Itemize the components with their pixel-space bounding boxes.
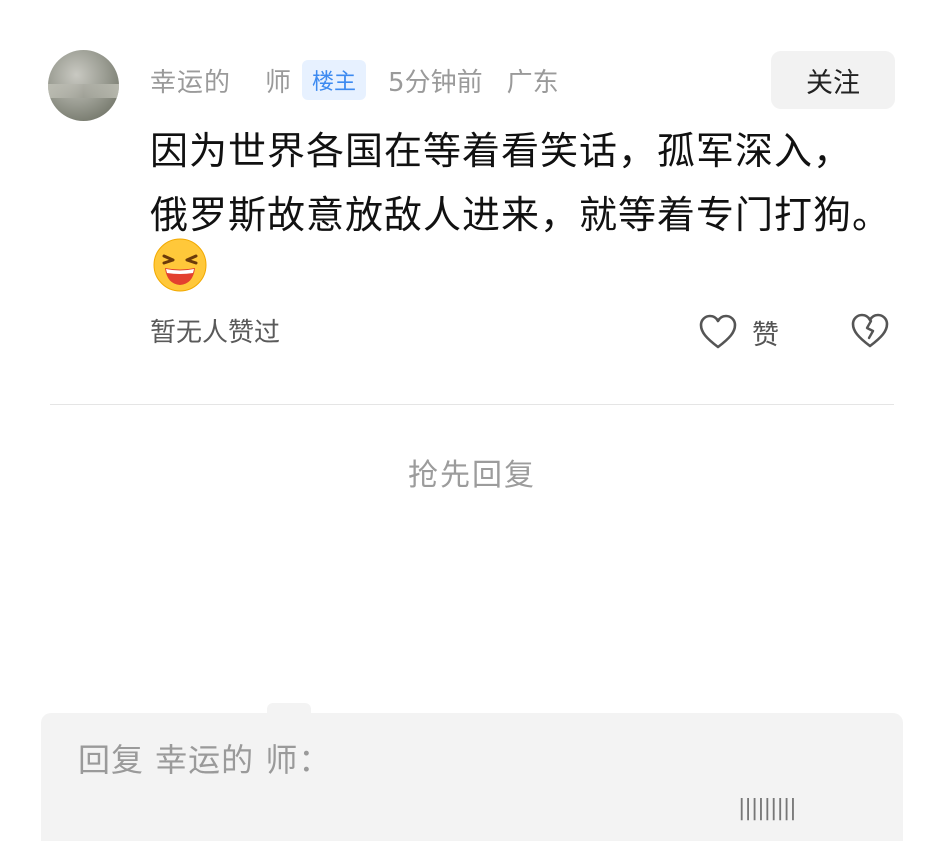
laughing-emoji-icon (153, 238, 207, 292)
comment-text-line-1: 因为世界各国在等着看笑话，孤军深入， (150, 129, 853, 173)
likes-status: 暂无人赞过 (150, 318, 281, 348)
watermark: ||||||||| (738, 796, 797, 821)
timestamp: 5分钟前 (388, 67, 483, 98)
follow-button[interactable]: 关注 (771, 51, 895, 109)
like-label: 赞 (752, 319, 779, 351)
heart-icon (699, 314, 737, 349)
location: 广东 (506, 67, 559, 98)
avatar[interactable] (48, 50, 119, 121)
reply-placeholder: 回复 幸运的 师： (78, 741, 332, 779)
reply-first-link[interactable]: 抢先回复 (0, 450, 944, 494)
comment-meta: 幸运的师 楼主 5分钟前 广东 (150, 58, 559, 102)
username[interactable]: 幸运的师 (150, 61, 292, 99)
op-badge: 楼主 (302, 60, 367, 100)
broken-heart-icon[interactable] (850, 312, 890, 350)
like-button[interactable]: 赞 (698, 310, 779, 354)
divider (50, 404, 894, 405)
comment-text-line-2: 俄罗斯故意放敌人进来，就等着专门打狗。 (150, 193, 892, 237)
redacted-gap (231, 61, 266, 91)
